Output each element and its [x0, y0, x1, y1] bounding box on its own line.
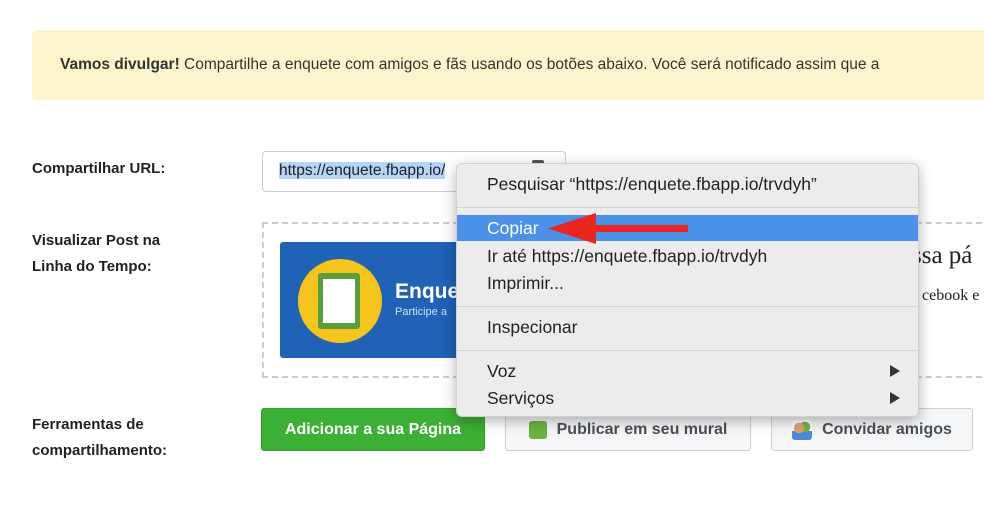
menu-item-print[interactable]: Imprimir...	[457, 270, 918, 296]
banner-text: Compartilhe a enquete com amigos e fãs u…	[179, 56, 880, 73]
red-arrow-icon	[548, 213, 688, 244]
menu-item-services[interactable]: Serviços	[457, 385, 918, 411]
share-url-label: Compartilhar URL:	[32, 160, 166, 177]
info-banner: Vamos divulgar! Compartilhe a enquete co…	[32, 30, 984, 100]
add-to-page-label: Adicionar a sua Página	[284, 420, 462, 438]
menu-item-inspect[interactable]: Inspecionar	[457, 314, 918, 340]
preview-card: Enque Participe a	[280, 242, 480, 358]
preview-label-2: Linha do Tempo:	[32, 258, 152, 275]
speech-bubble-icon	[528, 420, 547, 439]
tools-label-2: compartilhamento:	[32, 442, 168, 459]
menu-separator	[457, 306, 918, 307]
preview-label-1: Visualizar Post na	[32, 232, 161, 249]
banner-bold: Vamos divulgar!	[60, 56, 180, 73]
menu-separator	[457, 207, 918, 208]
invite-friends-label: Convidar amigos	[822, 420, 952, 438]
poll-logo-icon	[298, 259, 382, 343]
menu-item-search[interactable]: Pesquisar “https://enquete.fbapp.io/trvd…	[457, 171, 918, 197]
menu-item-voice[interactable]: Voz	[457, 358, 918, 384]
preview-side-title: ssa pá	[912, 242, 973, 269]
add-to-page-button[interactable]: Adicionar a sua Página	[261, 408, 485, 451]
menu-item-services-label: Serviços	[487, 388, 555, 408]
menu-separator	[457, 350, 918, 351]
card-subtitle: Participe a	[395, 306, 447, 318]
menu-item-go-to[interactable]: Ir até https://enquete.fbapp.io/trvdyh	[457, 243, 918, 269]
publish-wall-label: Publicar em seu mural	[556, 420, 728, 438]
people-icon	[792, 419, 813, 440]
card-title: Enque	[395, 280, 460, 303]
submenu-arrow-icon	[890, 392, 900, 404]
preview-side-text: cebook e	[922, 287, 980, 304]
url-text-selected: https://enquete.fbapp.io/	[279, 162, 446, 179]
menu-item-voice-label: Voz	[487, 361, 517, 381]
context-menu: Pesquisar “https://enquete.fbapp.io/trvd…	[456, 163, 919, 417]
submenu-arrow-icon	[890, 365, 900, 377]
tools-label-1: Ferramentas de	[32, 416, 144, 433]
